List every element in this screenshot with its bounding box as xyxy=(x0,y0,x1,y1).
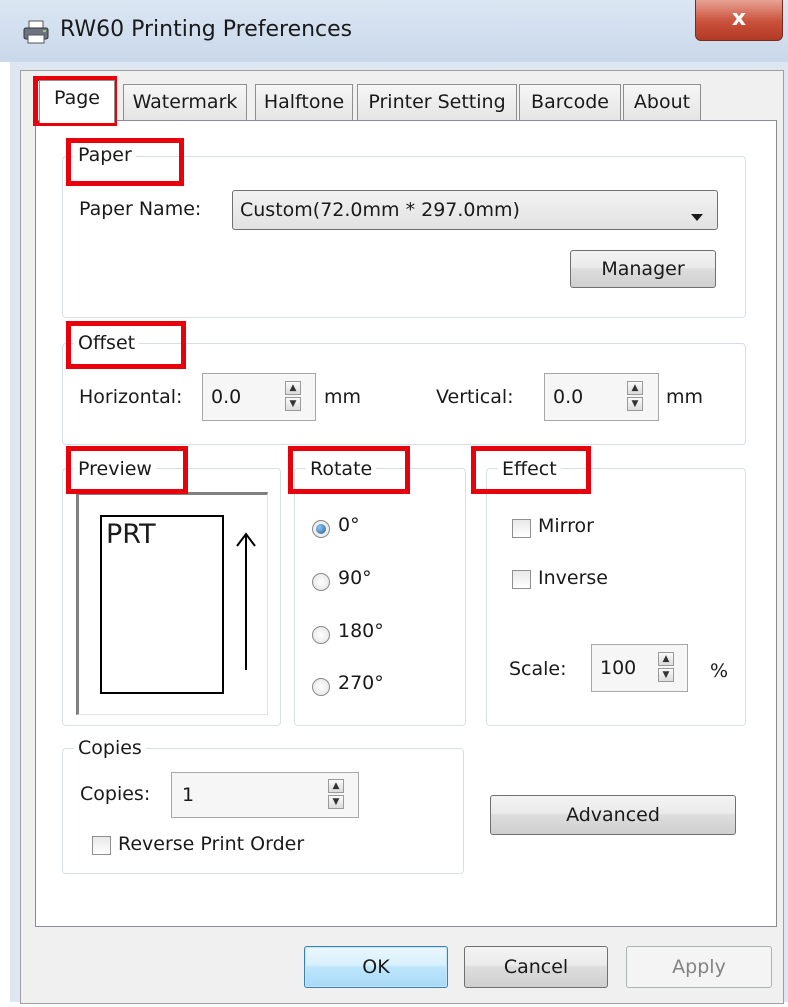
vertical-label: Vertical: xyxy=(436,386,514,408)
mirror-label: Mirror xyxy=(538,515,594,537)
rotate-270-radio[interactable] xyxy=(312,678,330,696)
horizontal-unit: mm xyxy=(324,386,362,408)
tab-watermark[interactable]: Watermark xyxy=(123,84,247,121)
spin-up-icon[interactable]: ▲ xyxy=(658,652,674,666)
highlight-box-offset xyxy=(66,321,186,369)
vertical-value: 0.0 xyxy=(553,386,584,408)
advanced-button[interactable]: Advanced xyxy=(490,795,736,835)
rotate-90-label: 90° xyxy=(338,567,372,589)
rotate-90-radio[interactable] xyxy=(312,573,330,591)
spin-down-icon[interactable]: ▼ xyxy=(627,397,643,411)
highlight-box-rotate xyxy=(288,446,410,494)
highlight-box-preview xyxy=(66,446,188,494)
vertical-spinbox[interactable]: 0.0 ▲ ▼ xyxy=(544,373,659,421)
highlight-box-effect xyxy=(471,446,591,494)
preview-page: PRT xyxy=(100,515,224,694)
spin-up-icon[interactable]: ▲ xyxy=(328,779,344,793)
tab-barcode[interactable]: Barcode xyxy=(519,84,621,121)
inverse-checkbox[interactable] xyxy=(512,570,531,589)
manager-button[interactable]: Manager xyxy=(570,250,716,288)
rotate-0-radio[interactable] xyxy=(312,520,330,538)
rotate-0-label: 0° xyxy=(338,514,360,536)
reverse-order-checkbox[interactable] xyxy=(92,836,111,855)
vertical-unit: mm xyxy=(666,386,704,408)
scale-spinbox[interactable]: 100 ▲ ▼ xyxy=(591,644,688,692)
rotate-180-radio[interactable] xyxy=(312,626,330,644)
preview-sample-text: PRT xyxy=(106,519,156,550)
tab-page[interactable]: Page xyxy=(39,80,115,123)
apply-button[interactable]: Apply xyxy=(626,946,772,988)
horizontal-label: Horizontal: xyxy=(79,386,183,408)
spin-down-icon[interactable]: ▼ xyxy=(658,668,674,682)
horizontal-value: 0.0 xyxy=(211,386,242,408)
ok-button[interactable]: OK xyxy=(304,946,448,988)
paper-name-value: Custom(72.0mm * 297.0mm) xyxy=(240,199,520,221)
inverse-label: Inverse xyxy=(538,567,608,589)
spin-up-icon[interactable]: ▲ xyxy=(627,381,643,395)
dropdown-arrow-icon xyxy=(691,205,703,227)
rotate-270-label: 270° xyxy=(338,672,384,694)
cancel-button[interactable]: Cancel xyxy=(464,946,608,988)
highlight-box-paper xyxy=(66,138,184,186)
scale-value: 100 xyxy=(600,657,637,679)
spin-up-icon[interactable]: ▲ xyxy=(285,381,301,395)
spin-down-icon[interactable]: ▼ xyxy=(328,795,344,809)
tab-halftone[interactable]: Halftone xyxy=(255,84,353,121)
copies-legend: Copies xyxy=(74,737,146,759)
paper-name-combo[interactable]: Custom(72.0mm * 297.0mm) xyxy=(232,190,718,230)
close-button[interactable]: x xyxy=(695,0,783,41)
copies-value: 1 xyxy=(182,784,195,806)
reverse-order-label: Reverse Print Order xyxy=(118,833,305,855)
printer-icon xyxy=(22,19,50,45)
rotate-180-label: 180° xyxy=(338,620,384,642)
copies-label: Copies: xyxy=(80,783,151,805)
paper-name-label: Paper Name: xyxy=(79,198,202,220)
mirror-checkbox[interactable] xyxy=(512,519,531,538)
tab-about[interactable]: About xyxy=(623,84,701,121)
up-arrow-icon xyxy=(234,532,258,677)
scale-label: Scale: xyxy=(509,658,567,680)
copies-spinbox[interactable]: 1 ▲ ▼ xyxy=(171,772,359,818)
spin-down-icon[interactable]: ▼ xyxy=(285,397,301,411)
tab-printer-setting[interactable]: Printer Setting xyxy=(357,84,517,121)
window-title: RW60 Printing Preferences xyxy=(60,17,353,42)
scale-unit: % xyxy=(710,660,729,682)
horizontal-spinbox[interactable]: 0.0 ▲ ▼ xyxy=(202,373,316,421)
